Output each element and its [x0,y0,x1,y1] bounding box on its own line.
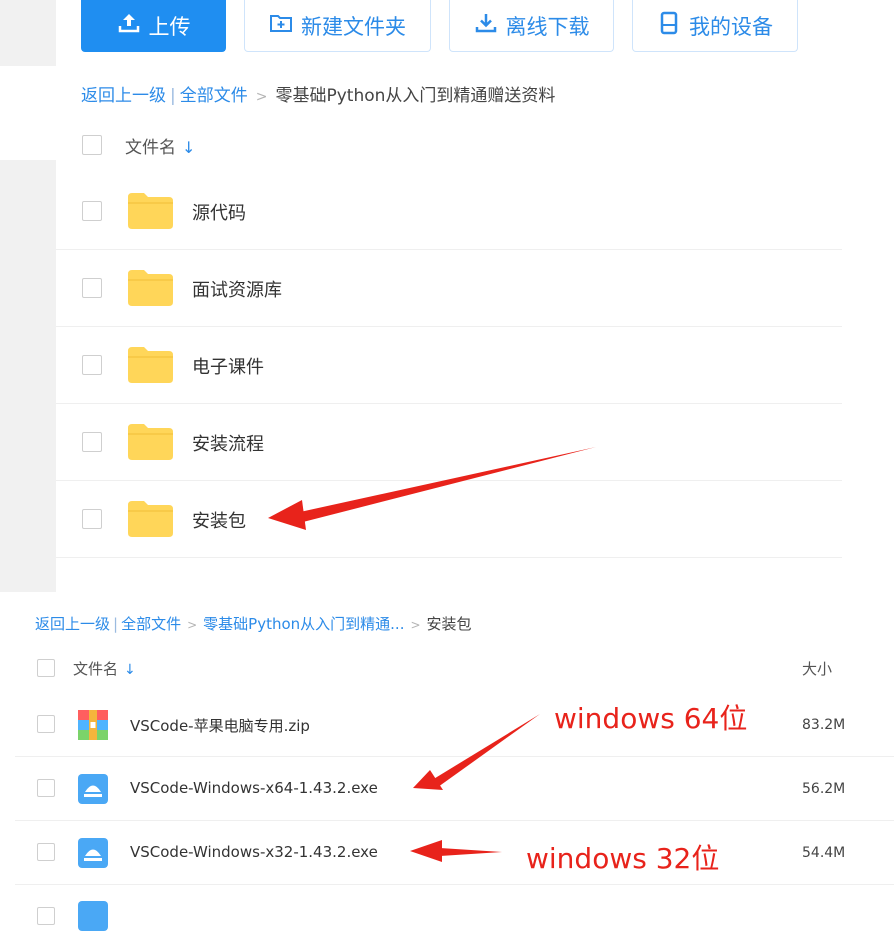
folder-name[interactable]: 安装流程 [192,430,264,456]
file-size: 56.2M [802,781,846,797]
file-row[interactable]: VSCode-苹果电脑专用.zip 83.2M [15,693,894,757]
folder-row[interactable]: 电子课件 [56,327,842,404]
breadcrumb-parent-link[interactable]: 零基础Python从入门到精通... [203,615,404,633]
device-icon [657,11,681,40]
file-row[interactable]: VSCode-Windows-x64-1.43.2.exe 56.2M [15,757,894,821]
chevron-right-icon: > [410,618,421,632]
new-folder-icon [269,11,293,40]
folder-icon [128,270,173,306]
folder-name[interactable]: 面试资源库 [192,276,282,302]
my-devices-label: 我的设备 [689,14,773,39]
row-checkbox[interactable] [37,779,55,797]
file-manager-top-panel: 上传 新建文件夹 离线下载 我的设备 返回上一级 | 全部文件 > 零基础Python从… [0,0,894,592]
exe-installer-icon [78,838,108,868]
row-checkbox[interactable] [37,715,55,733]
file-manager-bottom-panel: 返回上一级 | 全部文件 > 零基础Python从入门到精通... > 安装包 文件名 ↓ 大… [0,600,894,931]
sidebar-strip [0,0,56,66]
file-size: 54.4M [802,845,846,861]
breadcrumb-all-files-link[interactable]: 全部文件 [121,615,181,633]
folder-icon [128,424,173,460]
offline-download-label: 离线下载 [505,14,590,39]
exe-installer-icon [78,901,108,931]
folder-row[interactable]: 安装包 [56,481,842,558]
sort-down-icon[interactable]: ↓ [124,662,136,678]
breadcrumb: 返回上一级 | 全部文件 > 零基础Python从入门到精通... > 安装包 [35,613,472,634]
file-row[interactable] [15,885,894,949]
upload-label: 上传 [148,14,191,39]
offline-download-button[interactable]: 离线下载 [449,0,614,52]
zip-archive-icon [78,710,108,740]
column-header-name[interactable]: 文件名 ↓ [125,133,195,158]
folder-icon [128,193,173,229]
chevron-right-icon: > [255,89,268,105]
my-devices-button[interactable]: 我的设备 [632,0,798,52]
upload-button[interactable]: 上传 [81,0,226,52]
folder-row[interactable]: 面试资源库 [56,250,842,327]
new-folder-label: 新建文件夹 [301,14,406,39]
annotation-win64: windows 64位 [554,702,748,735]
breadcrumb: 返回上一级 | 全部文件 > 零基础Python从入门到精通赠送资料 [81,81,555,106]
select-all-checkbox[interactable] [37,659,55,677]
file-name[interactable]: VSCode-Windows-x64-1.43.2.exe [130,779,378,797]
folder-row[interactable]: 安装流程 [56,404,842,481]
breadcrumb-separator: | [113,615,119,633]
row-checkbox[interactable] [82,355,102,375]
chevron-right-icon: > [187,618,198,632]
folder-name[interactable]: 电子课件 [192,353,264,379]
breadcrumb-separator: | [170,86,176,106]
folder-icon [128,347,173,383]
breadcrumb-back-link[interactable]: 返回上一级 [35,615,110,633]
sort-down-icon[interactable]: ↓ [182,138,195,157]
row-checkbox[interactable] [37,843,55,861]
row-checkbox[interactable] [82,509,102,529]
column-header-name[interactable]: 文件名 ↓ [73,658,136,679]
breadcrumb-current: 安装包 [426,615,472,633]
row-checkbox[interactable] [82,278,102,298]
breadcrumb-back-link[interactable]: 返回上一级 [81,86,166,106]
file-name[interactable]: VSCode-苹果电脑专用.zip [130,715,310,736]
new-folder-button[interactable]: 新建文件夹 [244,0,431,52]
folder-name[interactable]: 源代码 [192,199,246,225]
folder-row[interactable]: 源代码 [56,173,842,250]
exe-installer-icon [78,774,108,804]
sidebar-strip [0,160,56,592]
file-size: 83.2M [802,717,846,733]
download-icon [474,11,498,40]
column-header-name-label: 文件名 [125,138,176,158]
file-name[interactable]: VSCode-Windows-x32-1.43.2.exe [130,843,378,861]
file-row[interactable]: VSCode-Windows-x32-1.43.2.exe 54.4M [15,821,894,885]
folder-icon [128,501,173,537]
annotation-win32: windows 32位 [526,842,720,875]
row-checkbox[interactable] [82,201,102,221]
breadcrumb-all-files-link[interactable]: 全部文件 [180,86,248,106]
upload-icon [117,11,141,40]
breadcrumb-current: 零基础Python从入门到精通赠送资料 [275,86,556,106]
folder-name[interactable]: 安装包 [192,507,246,533]
column-header-size[interactable]: 大小 [802,658,832,679]
row-checkbox[interactable] [82,432,102,452]
column-header-name-label: 文件名 [73,660,119,678]
select-all-checkbox[interactable] [82,135,102,155]
